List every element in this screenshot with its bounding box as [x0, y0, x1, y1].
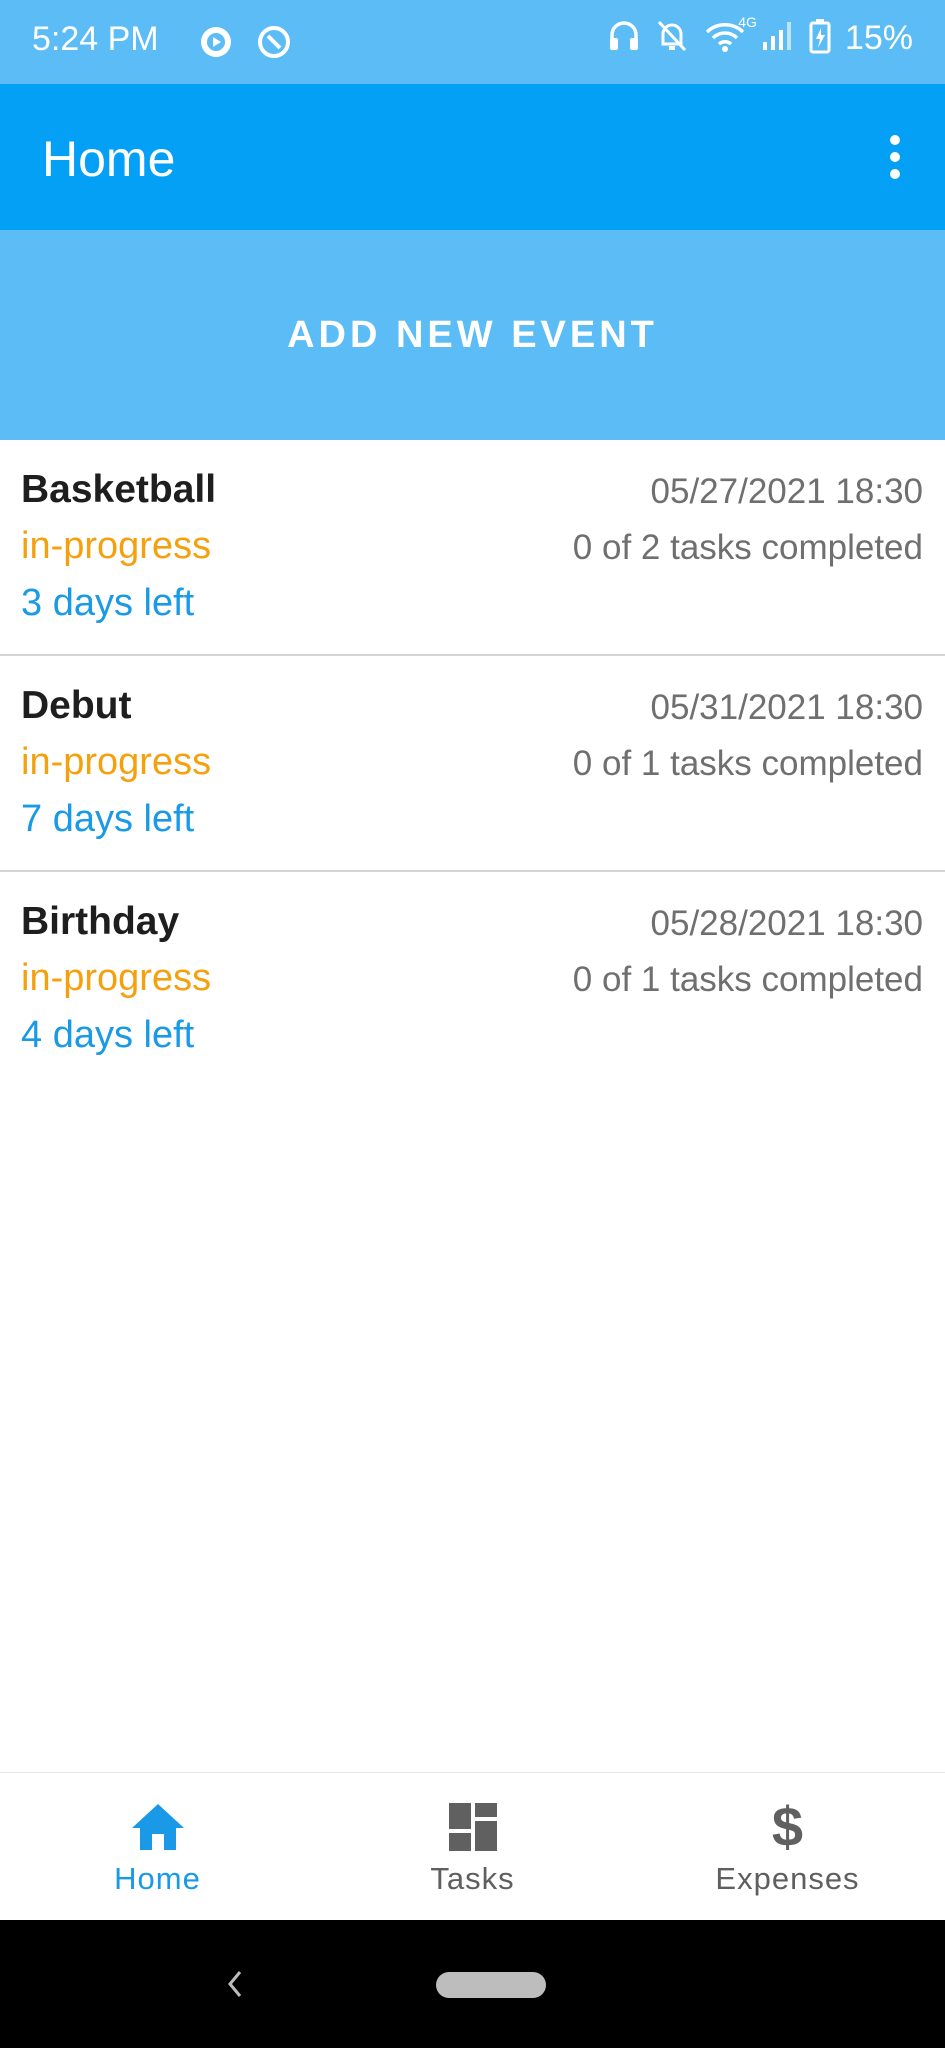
nav-label-tasks: Tasks	[430, 1861, 515, 1896]
nav-item-home[interactable]: Home	[0, 1773, 315, 1921]
event-datetime: 05/27/2021 18:30	[650, 472, 923, 511]
more-vert-icon	[890, 135, 900, 179]
notifications-off-icon	[655, 18, 689, 59]
home-gesture-pill[interactable]	[436, 1972, 546, 1998]
event-status: in-progress	[21, 741, 212, 783]
event-datetime: 05/28/2021 18:30	[650, 904, 923, 943]
status-right-icons: 4G 15%	[607, 14, 913, 59]
status-bar: 5:24 PM 4G 15%	[0, 0, 945, 84]
sync-badge-icon	[256, 24, 292, 65]
event-status: in-progress	[21, 525, 212, 567]
event-row[interactable]: Birthday in-progress 4 days left 05/28/2…	[0, 872, 945, 1086]
network-type-label: 4G	[738, 14, 757, 30]
event-name: Basketball	[21, 468, 217, 511]
event-row[interactable]: Debut in-progress 7 days left 05/31/2021…	[0, 656, 945, 872]
wifi-icon: 4G	[703, 14, 757, 59]
overflow-menu-button[interactable]	[881, 134, 909, 180]
nav-item-expenses[interactable]: $ Expenses	[630, 1773, 945, 1921]
event-tasks-progress: 0 of 2 tasks completed	[572, 528, 923, 567]
system-navigation-bar	[0, 1920, 945, 2048]
status-left-icons	[198, 24, 292, 65]
cell-signal-icon	[761, 18, 795, 59]
event-days-left: 3 days left	[21, 582, 195, 624]
nav-item-tasks[interactable]: Tasks	[315, 1773, 630, 1921]
home-icon	[130, 1799, 186, 1855]
dollar-icon: $	[771, 1795, 804, 1858]
event-status: in-progress	[21, 957, 212, 999]
headphones-icon	[607, 18, 641, 59]
back-chevron-icon[interactable]	[222, 1964, 248, 2009]
media-play-icon	[198, 24, 234, 65]
page-title: Home	[42, 131, 176, 187]
nav-label-home: Home	[114, 1861, 201, 1896]
add-new-event-button[interactable]: ADD NEW EVENT	[0, 230, 945, 440]
event-name: Birthday	[21, 900, 180, 943]
dashboard-icon	[445, 1799, 501, 1855]
event-days-left: 4 days left	[21, 1014, 195, 1056]
event-datetime: 05/31/2021 18:30	[650, 688, 923, 727]
event-list: Basketball in-progress 3 days left 05/27…	[0, 440, 945, 1086]
nav-label-expenses: Expenses	[715, 1861, 860, 1896]
add-new-event-label: ADD NEW EVENT	[287, 313, 658, 356]
event-tasks-progress: 0 of 1 tasks completed	[572, 960, 923, 999]
event-row[interactable]: Basketball in-progress 3 days left 05/27…	[0, 440, 945, 656]
battery-charging-icon	[809, 18, 831, 59]
battery-percentage: 15%	[844, 19, 913, 57]
event-name: Debut	[21, 684, 132, 727]
app-bar: Home	[0, 84, 945, 230]
event-tasks-progress: 0 of 1 tasks completed	[572, 744, 923, 783]
event-days-left: 7 days left	[21, 798, 195, 840]
bottom-navigation: Home Tasks $ Expenses	[0, 1772, 945, 1921]
status-time: 5:24 PM	[32, 20, 159, 58]
